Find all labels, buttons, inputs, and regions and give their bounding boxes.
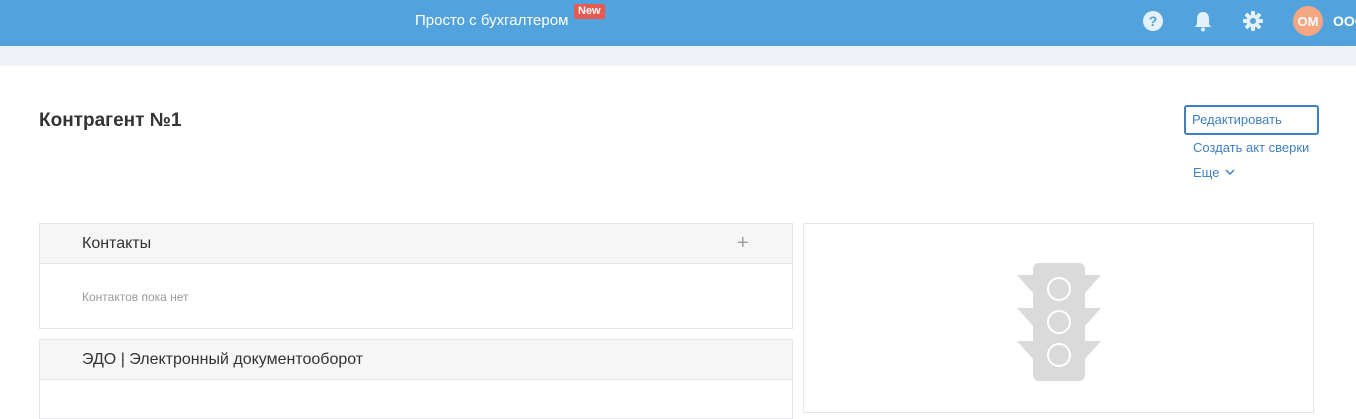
- svg-text:?: ?: [1149, 13, 1158, 29]
- help-icon[interactable]: ?: [1141, 9, 1165, 33]
- edit-button[interactable]: Редактировать: [1184, 105, 1319, 135]
- edo-panel: ЭДО | Электронный документооборот: [39, 339, 793, 419]
- contacts-title: Контакты: [82, 235, 152, 252]
- contacts-panel-header: Контакты +: [40, 224, 792, 264]
- status-card: [803, 223, 1314, 413]
- page-title: Контрагент №1: [39, 110, 182, 131]
- more-label: Еще: [1193, 165, 1220, 180]
- add-contact-icon[interactable]: +: [737, 232, 751, 254]
- new-badge: New: [574, 4, 605, 19]
- avatar[interactable]: ОМ: [1293, 6, 1323, 36]
- edo-title: ЭДО | Электронный документооборот: [82, 351, 364, 368]
- contacts-empty-text: Контактов пока нет: [82, 290, 189, 304]
- edo-panel-header: ЭДО | Электронный документооборот: [40, 340, 792, 380]
- gear-icon[interactable]: [1241, 9, 1265, 33]
- org-name[interactable]: ООО: [1333, 13, 1356, 29]
- sub-bar: [0, 46, 1356, 66]
- chevron-down-icon: [1225, 169, 1235, 176]
- contacts-panel: Контакты + Контактов пока нет: [39, 223, 793, 329]
- promo-link[interactable]: Просто с бухгалтером: [415, 12, 568, 30]
- top-bar: Просто с бухгалтером New ? ОМ ОО: [0, 0, 1356, 46]
- bell-icon[interactable]: [1191, 9, 1215, 33]
- more-dropdown[interactable]: Еще: [1193, 165, 1235, 180]
- traffic-light-icon: [1017, 263, 1101, 381]
- create-reconciliation-link[interactable]: Создать акт сверки: [1193, 140, 1309, 155]
